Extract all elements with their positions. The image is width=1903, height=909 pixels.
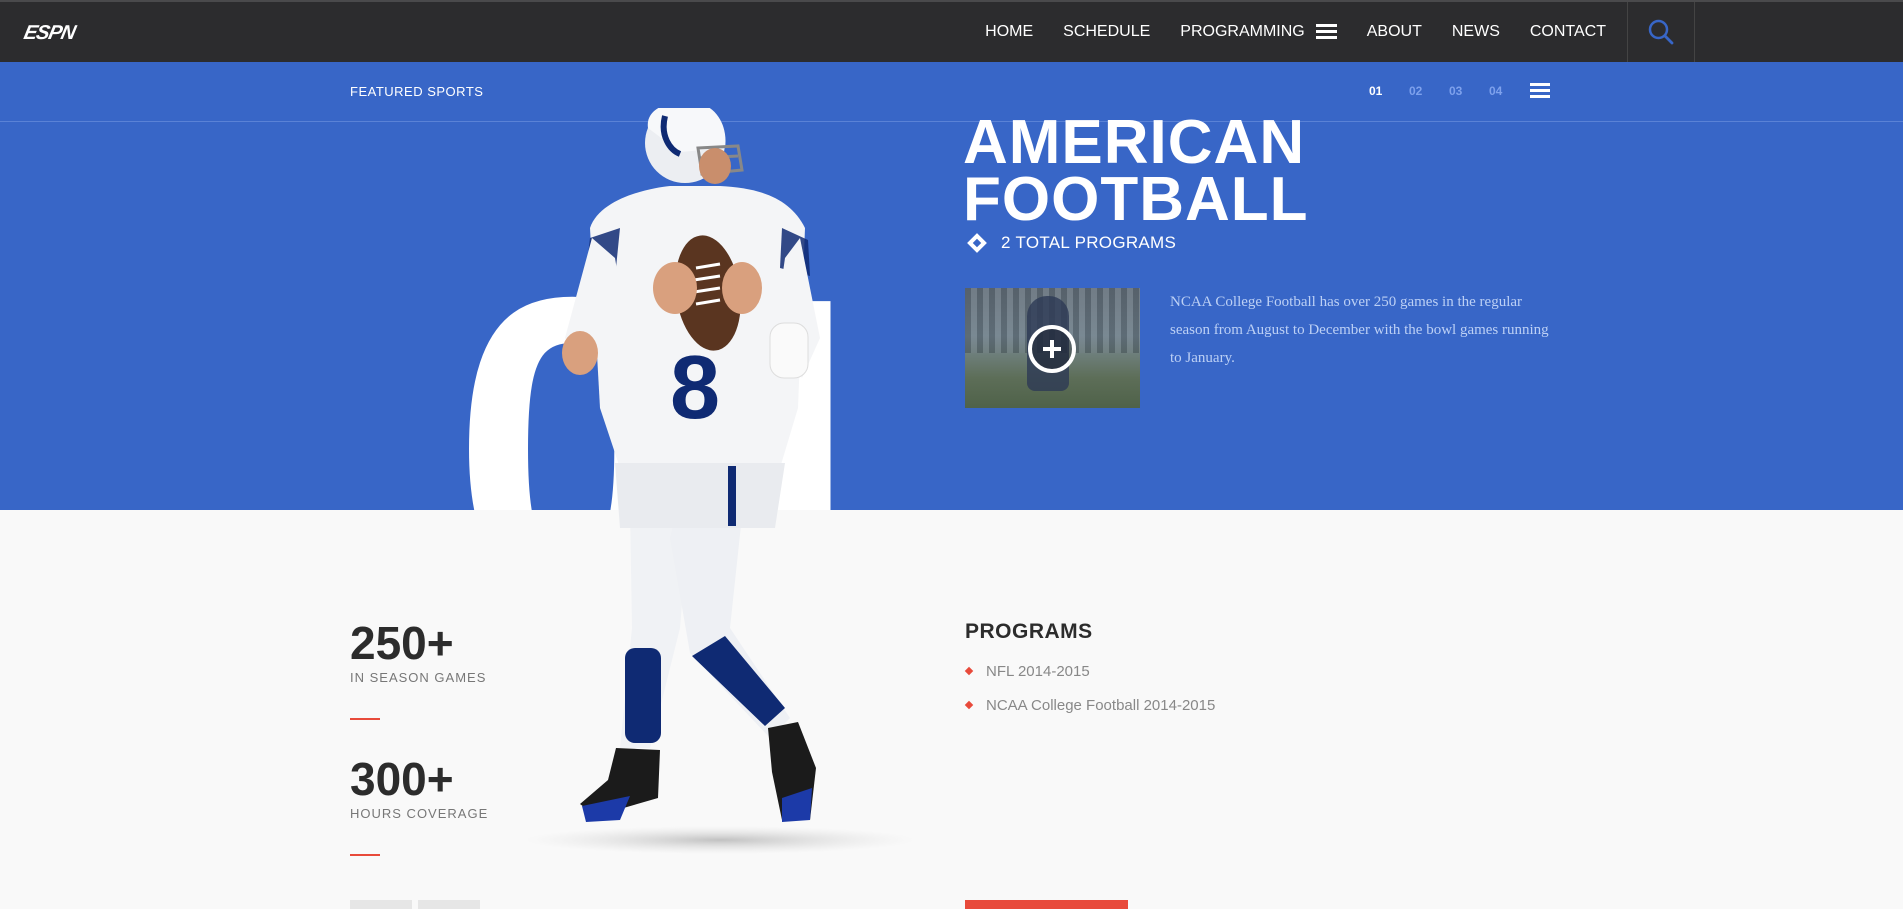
sport-title-line1: AMERICAN bbox=[963, 108, 1306, 177]
menu-icon bbox=[1315, 24, 1337, 40]
hero-section: FEATURED SPORTS 01 02 03 04 01 AMERICAN … bbox=[0, 62, 1903, 510]
sport-title-line2: FOOTBALL bbox=[963, 165, 1309, 235]
sport-description: NCAA College Football has over 250 games… bbox=[1170, 294, 1549, 366]
slide-pager: 01 02 03 04 bbox=[1369, 84, 1529, 98]
nav-programming[interactable]: PROGRAMMING bbox=[1180, 23, 1337, 41]
nav-about[interactable]: ABOUT bbox=[1367, 23, 1422, 41]
svg-text:8: 8 bbox=[670, 338, 720, 438]
stat-games: 250+ IN SEASON GAMES bbox=[350, 620, 486, 720]
stat-games-label: IN SEASON GAMES bbox=[350, 670, 487, 685]
stat-divider bbox=[350, 854, 380, 856]
nav-news[interactable]: NEWS bbox=[1452, 23, 1500, 41]
page-04[interactable]: 04 bbox=[1489, 84, 1529, 98]
featured-bar: FEATURED SPORTS 01 02 03 04 bbox=[0, 62, 1903, 122]
top-navigation: ESPN HOME SCHEDULE PROGRAMMING ABOUT NEW… bbox=[0, 0, 1903, 62]
next-button[interactable] bbox=[418, 900, 480, 909]
nav-contact[interactable]: CONTACT bbox=[1530, 23, 1606, 41]
stat-hours-label: HOURS COVERAGE bbox=[350, 806, 489, 821]
nav-schedule[interactable]: SCHEDULE bbox=[1063, 23, 1150, 41]
stat-games-value: 250+ bbox=[350, 617, 454, 669]
nav-home[interactable]: HOME bbox=[985, 23, 1033, 41]
program-item-label: NCAA College Football 2014-2015 bbox=[986, 697, 1216, 714]
espn-logo[interactable]: ESPN bbox=[22, 22, 77, 45]
stat-divider bbox=[350, 718, 380, 720]
program-item-label: NFL 2014-2015 bbox=[986, 663, 1090, 680]
bullet-icon bbox=[964, 700, 974, 710]
prev-button[interactable] bbox=[350, 900, 412, 909]
plus-icon[interactable] bbox=[1028, 325, 1076, 373]
program-item-ncaa[interactable]: NCAA College Football 2014-2015 bbox=[964, 697, 1216, 731]
sport-title: AMERICAN FOOTBALL bbox=[963, 108, 1309, 235]
menu-icon[interactable] bbox=[1530, 83, 1550, 99]
football-player-image: 8 bbox=[525, 108, 915, 854]
diamond-icon bbox=[967, 233, 987, 253]
featured-sports-label: FEATURED SPORTS bbox=[350, 84, 484, 99]
video-thumbnail[interactable] bbox=[965, 288, 1140, 408]
program-item-nfl[interactable]: NFL 2014-2015 bbox=[964, 663, 1215, 697]
view-schedule-button[interactable] bbox=[965, 900, 1128, 909]
page-02[interactable]: 02 bbox=[1409, 84, 1449, 98]
stat-hours: 300+ HOURS COVERAGE bbox=[350, 756, 488, 856]
page-03[interactable]: 03 bbox=[1449, 84, 1489, 98]
programs-heading: PROGRAMS bbox=[965, 620, 1093, 643]
programs-list: NFL 2014-2015 NCAA College Football 2014… bbox=[964, 663, 1216, 731]
bullet-icon bbox=[964, 666, 974, 676]
search-button[interactable] bbox=[1627, 2, 1695, 62]
total-programs: 2 TOTAL PROGRAMS bbox=[967, 233, 1177, 253]
stat-hours-value: 300+ bbox=[350, 753, 454, 805]
page-01[interactable]: 01 bbox=[1369, 84, 1409, 98]
total-programs-label: 2 TOTAL PROGRAMS bbox=[1001, 233, 1177, 252]
nav-programming-label: PROGRAMMING bbox=[1180, 23, 1305, 40]
main-menu: HOME SCHEDULE PROGRAMMING ABOUT NEWS CON… bbox=[955, 2, 1606, 62]
search-icon bbox=[1648, 19, 1674, 45]
